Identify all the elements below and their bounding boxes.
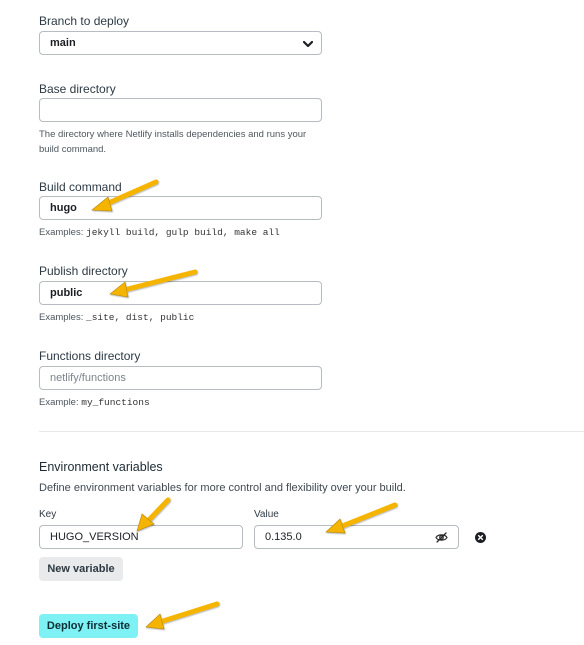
env-key-label: Key: [39, 509, 57, 520]
branch-value: main: [50, 37, 76, 49]
base-directory-help-line1: The directory where Netlify installs dep…: [39, 129, 307, 140]
functions-directory-label: Functions directory: [39, 349, 141, 363]
section-divider: [39, 431, 584, 432]
remove-circle-icon[interactable]: [475, 532, 486, 543]
branch-label: Branch to deploy: [39, 14, 130, 28]
publish-directory-examples-code: _site, dist, public: [86, 312, 195, 323]
build-command-label: Build command: [39, 180, 122, 194]
base-directory-help: The directory where Netlify installs dep…: [39, 127, 306, 157]
env-value-label: Value: [254, 509, 279, 520]
base-directory-label: Base directory: [39, 82, 116, 96]
publish-directory-examples: Examples: _site, dist, public: [39, 310, 194, 325]
publish-directory-label: Publish directory: [39, 264, 128, 278]
env-key-input[interactable]: HUGO_VERSION: [39, 525, 243, 549]
base-directory-input[interactable]: [39, 98, 322, 122]
functions-directory-example-code: my_functions: [81, 397, 150, 408]
env-value-input[interactable]: 0.135.0: [254, 525, 459, 549]
functions-directory-input[interactable]: netlify/functions: [39, 366, 322, 390]
base-directory-help-line2: build command.: [39, 144, 107, 155]
publish-directory-examples-prefix: Examples:: [39, 312, 86, 323]
build-command-examples: Examples: jekyll build, gulp build, make…: [39, 225, 280, 240]
branch-select[interactable]: main: [39, 31, 322, 55]
env-value-text: 0.135.0: [265, 531, 302, 543]
eye-off-icon[interactable]: [435, 532, 448, 543]
env-section-description: Define environment variables for more co…: [39, 482, 406, 494]
new-variable-button[interactable]: New variable: [39, 557, 123, 581]
functions-directory-example-prefix: Example:: [39, 397, 82, 408]
build-command-examples-prefix: Examples:: [39, 227, 86, 238]
publish-directory-input[interactable]: public: [39, 281, 322, 305]
build-command-input[interactable]: hugo: [39, 196, 322, 220]
chevron-down-icon: [303, 40, 313, 48]
build-command-examples-code: jekyll build, gulp build, make all: [86, 227, 280, 238]
env-section-title: Environment variables: [39, 460, 163, 474]
annotation-arrow: [145, 601, 220, 630]
functions-directory-example: Example: my_functions: [39, 395, 150, 410]
deploy-button[interactable]: Deploy first-site: [39, 614, 138, 638]
